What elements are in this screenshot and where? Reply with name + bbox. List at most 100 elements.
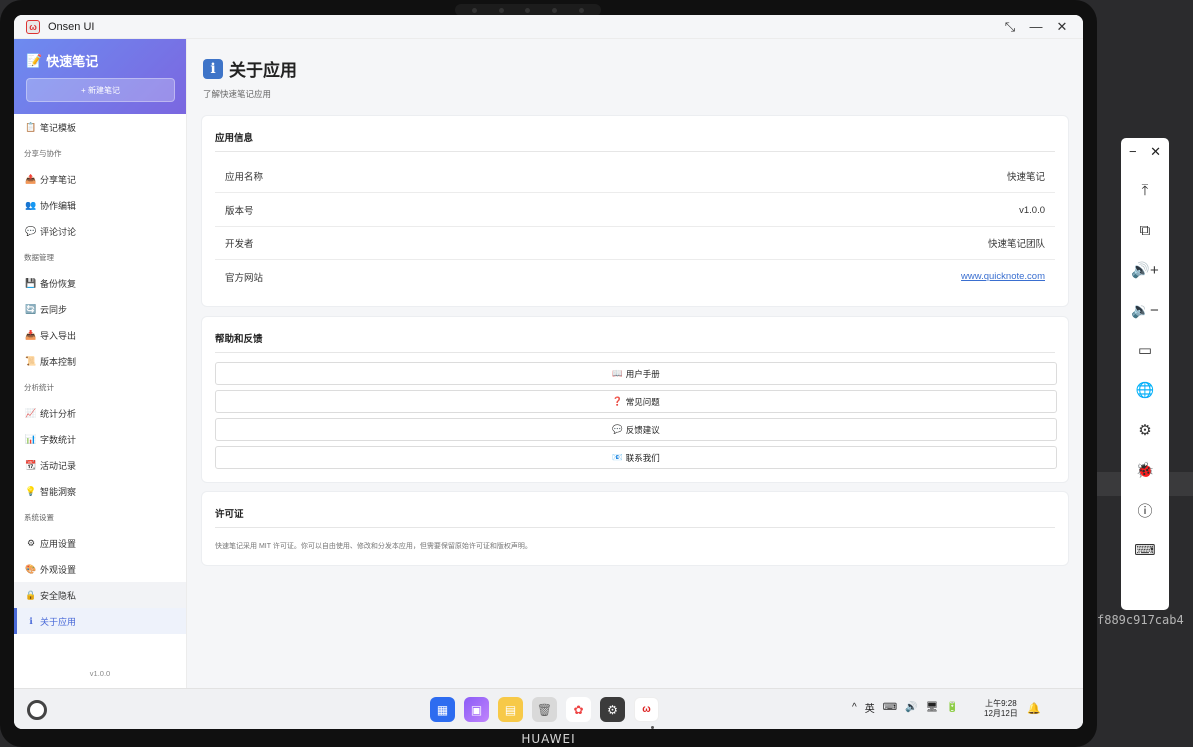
- nav-item-icon: ⚙: [26, 537, 36, 548]
- button-label: 联系我们: [625, 452, 660, 463]
- onsen-app-icon[interactable]: ω: [634, 697, 659, 722]
- sidebar-item[interactable]: 💡 智能洞察: [14, 478, 186, 504]
- sidebar-item[interactable]: 📜 版本控制: [14, 348, 186, 374]
- nav-item-icon: 📤: [25, 173, 37, 184]
- volume-up-icon[interactable]: 🔊+: [1131, 250, 1158, 290]
- close-icon[interactable]: ✕: [1150, 144, 1161, 160]
- chevron-up-icon[interactable]: ^: [852, 702, 857, 713]
- sidebar-item[interactable]: 💬 评论讨论: [14, 218, 186, 244]
- app-version: v1.0.0: [89, 669, 111, 678]
- mail-icon: 📧: [612, 452, 623, 462]
- gear-icon[interactable]: ⚙: [1138, 410, 1151, 450]
- sidebar-item[interactable]: 📊 字数统计: [14, 426, 186, 452]
- emulator-toolbar: − ✕ ⤒ ⧉ 🔊+ 🔉− ▭ 🌐 ⚙ 🐞 ⓘ ⌨: [1121, 138, 1169, 610]
- main-content: i 关于应用 了解快速笔记应用 应用信息 应用名称 快速笔记 版本号 v1.0.…: [187, 39, 1083, 688]
- question-icon: ❓: [612, 396, 623, 406]
- clock-time: 上午9:28: [985, 699, 1017, 708]
- input-method-icon[interactable]: 英: [865, 700, 875, 715]
- bell-icon[interactable]: 🔔: [1027, 702, 1041, 715]
- new-note-button[interactable]: + 新建笔记: [26, 78, 175, 102]
- sidebar-item[interactable]: 📈 统计分析: [14, 400, 186, 426]
- sidebar-item[interactable]: 💾 备份恢复: [14, 270, 186, 296]
- nav-item-icon: 🎨: [25, 563, 37, 574]
- multitask-icon[interactable]: ▣: [464, 697, 489, 722]
- sidebar-item[interactable]: ℹ 关于应用: [14, 608, 186, 634]
- license-title: 许可证: [215, 509, 244, 520]
- divider: [215, 352, 1055, 353]
- info-value: 快速笔记团队: [987, 239, 1045, 250]
- sidebar-item[interactable]: 📥 导入导出: [14, 322, 186, 348]
- keyboard-icon[interactable]: ⌨: [883, 702, 897, 713]
- volume-down-icon[interactable]: 🔉−: [1131, 290, 1158, 330]
- website-link[interactable]: www.quicknote.com: [961, 271, 1045, 282]
- sidebar-item[interactable]: 🔄 云同步: [14, 296, 186, 322]
- page-title-text: 关于应用: [229, 61, 297, 80]
- sidebar-item[interactable]: 📋 笔记模板: [14, 114, 186, 140]
- sidebar-item[interactable]: 📤 分享笔记: [14, 166, 186, 192]
- info-row: 开发者 快速笔记团队: [215, 227, 1055, 260]
- info-value: v1.0.0: [1019, 204, 1045, 216]
- volume-icon[interactable]: 🔊: [905, 702, 917, 713]
- minimize-icon[interactable]: −: [1129, 144, 1137, 160]
- notes-icon[interactable]: ▤: [498, 697, 523, 722]
- nav-item-icon: 📆: [25, 459, 37, 470]
- contact-us-button[interactable]: 📧 联系我们: [215, 446, 1057, 469]
- clock-date: 12月12日: [984, 709, 1018, 718]
- device-brand: HUAWEI: [521, 732, 576, 746]
- sidebar-item[interactable]: ⚙ 应用设置: [14, 530, 186, 556]
- sidebar-item-label: 活动记录: [40, 460, 77, 471]
- sidebar-item-label: 统计分析: [40, 408, 77, 419]
- display-icon[interactable]: 🖥: [926, 702, 939, 713]
- sidebar-title-text: 快速笔记: [46, 54, 99, 69]
- trash-icon[interactable]: 🗑: [532, 697, 557, 722]
- info-row: 官方网站 www.quicknote.com: [215, 260, 1055, 293]
- faq-button[interactable]: ❓ 常见问题: [215, 390, 1057, 413]
- feedback-button[interactable]: 💬 反馈建议: [215, 418, 1057, 441]
- sidebar-item-label: 版本控制: [40, 356, 77, 367]
- sidebar-item-label: 评论讨论: [40, 226, 77, 237]
- keyboard-icon[interactable]: ⌨: [1134, 530, 1156, 570]
- button-label: 常见问题: [625, 396, 660, 407]
- page-subtitle: 了解快速笔记应用: [203, 89, 272, 99]
- system-tray: ^ 英 ⌨ 🔊 🖥 🔋: [852, 700, 959, 715]
- minimize-icon[interactable]: —: [1023, 19, 1049, 35]
- sidebar-item-label: 备份恢复: [40, 278, 77, 289]
- sidebar: 📝 快速笔记 + 新建笔记 📋 笔记模板 分享与协作 📤 分享笔记 👥 协作编辑 💬 评论讨论数…: [14, 39, 187, 688]
- clock[interactable]: 上午9:28 12月12日: [984, 699, 1018, 719]
- info-row: 应用名称 快速笔记: [215, 160, 1055, 193]
- sidebar-title: 📝 快速笔记: [26, 51, 174, 70]
- sidebar-item[interactable]: 👥 协作编辑: [14, 192, 186, 218]
- sidebar-item[interactable]: 🔒 安全隐私: [14, 582, 186, 608]
- globe-icon[interactable]: 🌐: [1136, 370, 1155, 410]
- sidebar-item[interactable]: 📆 活动记录: [14, 452, 186, 478]
- battery-icon[interactable]: 🔋: [946, 702, 958, 713]
- gallery-icon[interactable]: ✿: [566, 697, 591, 722]
- info-label: 应用名称: [225, 172, 264, 183]
- info-circle-icon[interactable]: ⓘ: [1137, 490, 1152, 530]
- sidebar-item[interactable]: 🎨 外观设置: [14, 556, 186, 582]
- nav-item-icon: 📊: [25, 433, 37, 444]
- nav-item-icon: 🔄: [25, 303, 37, 314]
- user-manual-button[interactable]: 📖 用户手册: [215, 362, 1057, 385]
- app-grid-icon[interactable]: ▦: [430, 697, 455, 722]
- bug-icon[interactable]: 🐞: [1136, 450, 1155, 490]
- sidebar-item-label: 字数统计: [40, 434, 77, 445]
- settings-app-icon[interactable]: ⚙: [600, 697, 625, 722]
- crop-icon[interactable]: ⧉: [1140, 210, 1151, 250]
- background-hash-text: f889c917cab4: [1097, 613, 1184, 627]
- window-controls: ⤡ — ✕: [997, 19, 1075, 35]
- page-title: i 关于应用: [203, 56, 297, 81]
- close-icon[interactable]: ✕: [1049, 19, 1075, 35]
- running-indicator: [651, 726, 654, 729]
- start-button[interactable]: [27, 700, 47, 720]
- pin-top-icon[interactable]: ⤒: [1142, 170, 1149, 210]
- restore-icon[interactable]: ⤡: [997, 19, 1023, 35]
- nav-item-icon: 👥: [25, 199, 37, 210]
- button-label: 反馈建议: [625, 424, 660, 435]
- sidebar-item-label: 智能洞察: [40, 486, 77, 497]
- sidebar-item-label: 安全隐私: [40, 590, 77, 601]
- dock: ▦ ▣ ▤ 🗑 ✿ ⚙ ω: [430, 697, 659, 722]
- nav-group-label: 分析统计: [24, 382, 54, 392]
- nav-item-icon: 💾: [25, 277, 37, 288]
- battery-outline-icon[interactable]: ▭: [1138, 330, 1152, 370]
